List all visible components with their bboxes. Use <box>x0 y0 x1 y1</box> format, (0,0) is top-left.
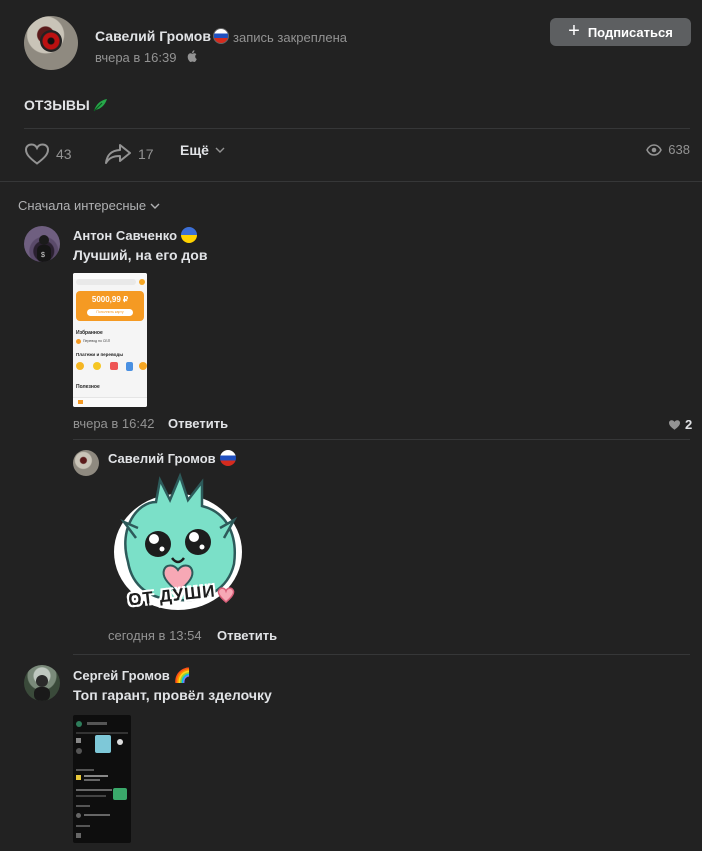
share-count: 17 <box>138 146 154 162</box>
screenshot-balance: 5000,99 ₽ <box>91 295 129 304</box>
comment-text: Лучший, на его дов <box>73 247 208 263</box>
commenter-avatar[interactable] <box>24 665 60 701</box>
like-count: 43 <box>56 146 72 162</box>
plus-icon: + <box>568 20 580 42</box>
rainbow-emoji-icon: 🌈 <box>173 667 192 683</box>
russia-flag-icon <box>213 28 229 44</box>
post-actions: 43 17 Ещё 638 <box>24 142 690 168</box>
commenter-name[interactable]: Сергей Громов 🌈 <box>73 667 191 684</box>
heart-icon <box>669 419 680 430</box>
comment-like-button[interactable]: 2 <box>668 417 692 432</box>
screenshot-favorites: Избранное <box>76 330 103 336</box>
comment-text: Топ гарант, провёл зделочку <box>73 687 272 703</box>
reply-date[interactable]: сегодня в 13:54 <box>108 628 202 643</box>
comment-divider <box>73 654 690 655</box>
apple-icon <box>187 50 197 65</box>
reply-button[interactable]: Ответить <box>217 628 277 643</box>
reply-author-name-text: Савелий Громов <box>108 451 216 466</box>
svg-text:$: $ <box>41 252 45 259</box>
post-date[interactable]: вчера в 16:39 <box>95 50 176 65</box>
attached-screenshot[interactable] <box>73 715 131 843</box>
post-header: Савелий Громов запись закреплена вчера в… <box>24 16 691 76</box>
subscribe-button[interactable]: + Подписаться <box>550 18 691 46</box>
commenter-name[interactable]: Антон Савченко <box>73 227 198 243</box>
screenshot-payments: Платежи и переводы <box>76 352 124 357</box>
more-button[interactable]: Ещё <box>180 142 225 158</box>
chevron-down-icon <box>150 203 160 209</box>
russia-flag-icon <box>219 450 236 466</box>
post-text-content: ОТЗЫВЫ <box>24 97 90 113</box>
like-button[interactable]: 43 <box>24 142 72 166</box>
reply-button[interactable]: Ответить <box>168 416 228 431</box>
post-divider <box>24 128 690 129</box>
more-label: Ещё <box>180 142 209 158</box>
commenter-name-text: Антон Савченко <box>73 228 178 243</box>
commenter-name-text: Сергей Громов <box>73 668 170 683</box>
post-text: ОТЗЫВЫ <box>24 97 108 113</box>
share-button[interactable]: 17 <box>104 142 154 166</box>
comment-divider <box>73 439 690 440</box>
leaf-emoji-icon <box>93 99 107 112</box>
heart-icon <box>24 143 50 165</box>
screenshot-fav-item: Перевод по СБП <box>83 339 111 343</box>
chevron-down-icon <box>215 147 225 153</box>
views: 638 <box>646 142 690 157</box>
section-divider <box>0 181 702 182</box>
commenter-avatar[interactable]: $ <box>24 226 60 262</box>
pinned-label: запись закреплена <box>233 30 347 45</box>
reply-avatar[interactable] <box>73 450 99 476</box>
reply-author-name[interactable]: Савелий Громов <box>108 450 236 466</box>
author-avatar[interactable] <box>24 16 78 70</box>
comment-date[interactable]: вчера в 16:42 <box>73 416 154 431</box>
ukraine-flag-icon <box>181 227 198 243</box>
sort-dropdown[interactable]: Сначала интересные <box>18 198 160 213</box>
attached-screenshot[interactable]: 5000,99 ₽ Пополнить карту Избранное Пере… <box>73 273 147 407</box>
sticker[interactable]: ОТ ДУШИ <box>108 472 246 618</box>
comment-like-count: 2 <box>685 417 693 432</box>
views-count: 638 <box>668 142 690 157</box>
sort-label: Сначала интересные <box>18 198 147 213</box>
screenshot-button: Пополнить карту <box>96 310 124 314</box>
subscribe-label: Подписаться <box>587 24 673 40</box>
screenshot-useful: Полезное <box>76 384 100 390</box>
eye-icon <box>646 143 663 156</box>
author-name[interactable]: Савелий Громов <box>95 28 211 44</box>
share-icon <box>105 144 131 164</box>
